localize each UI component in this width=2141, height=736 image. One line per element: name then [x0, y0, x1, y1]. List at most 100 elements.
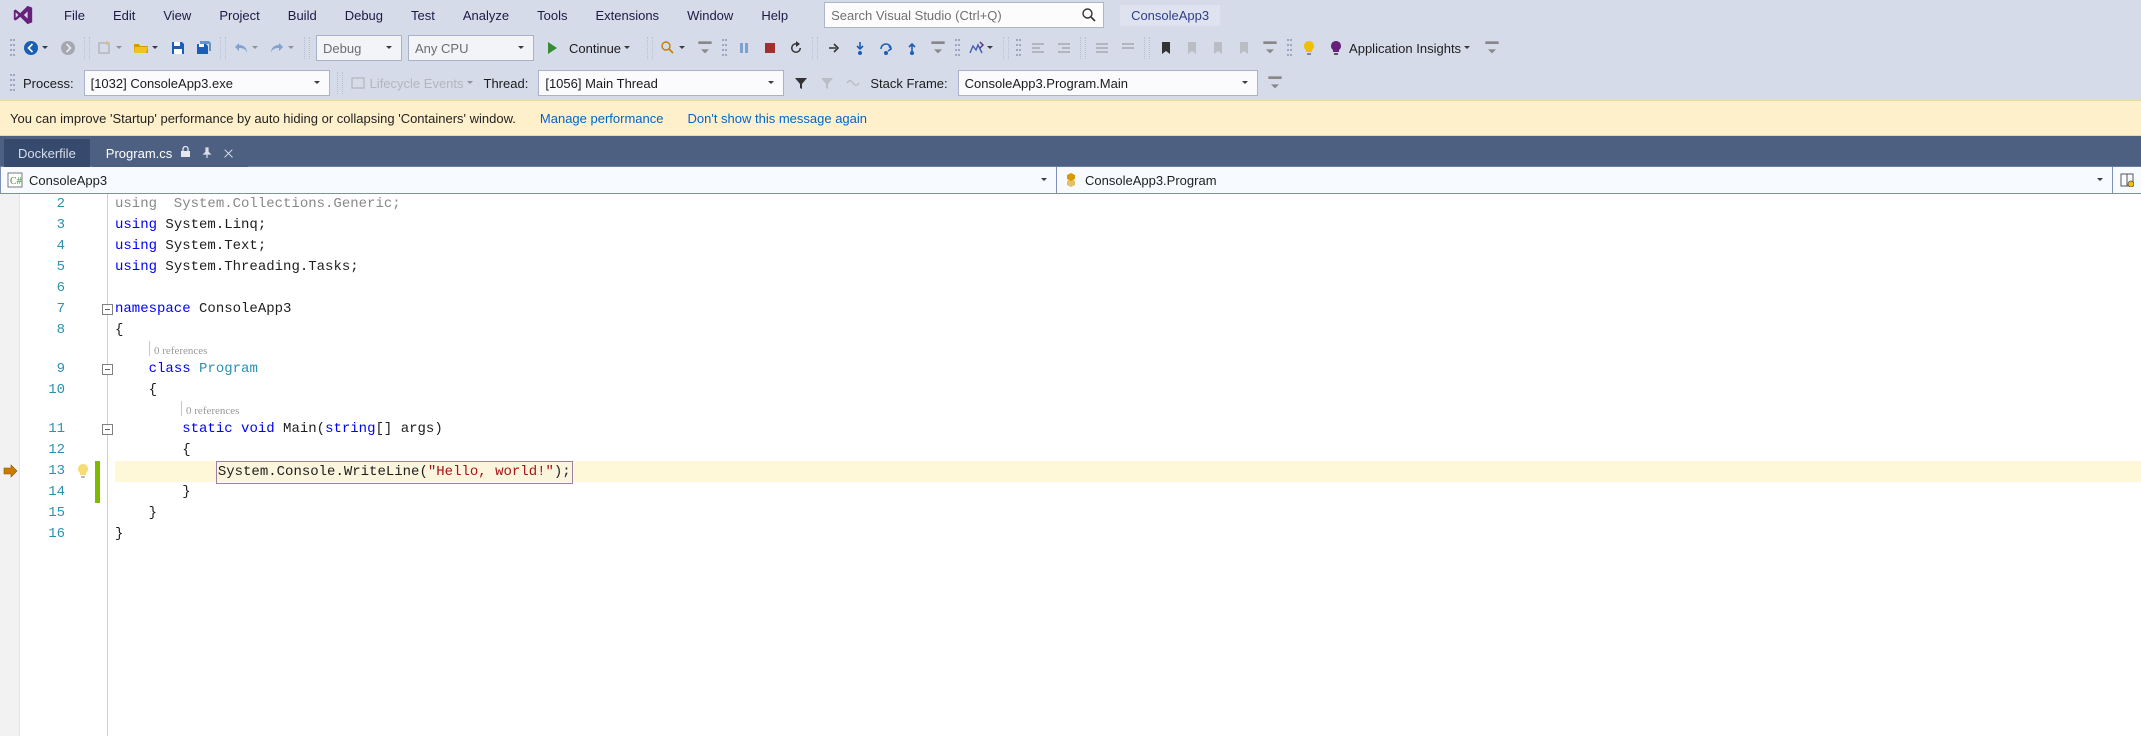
vs-logo-icon	[10, 2, 36, 28]
quick-launch-search[interactable]: Search Visual Studio (Ctrl+Q)	[824, 2, 1104, 28]
code-text-area[interactable]: using System.Collections.Generic;using S…	[115, 194, 2141, 736]
code-line[interactable]: using System.Text;	[115, 236, 2141, 257]
open-file-button[interactable]	[129, 35, 165, 61]
solution-config-combo[interactable]: Debug	[316, 35, 402, 61]
toolbar-overflow[interactable]	[925, 35, 951, 61]
stack-frame-label: Stack Frame:	[870, 76, 947, 91]
show-next-statement-button[interactable]	[821, 35, 847, 61]
menu-edit[interactable]: Edit	[99, 4, 149, 27]
menu-analyze[interactable]: Analyze	[449, 4, 523, 27]
menu-test[interactable]: Test	[397, 4, 449, 27]
line-number: 12	[20, 440, 65, 461]
save-all-button[interactable]	[191, 35, 217, 61]
toolbar-grip[interactable]	[1286, 37, 1293, 59]
toolbar-overflow[interactable]	[1257, 35, 1283, 61]
glyph-margin[interactable]	[0, 194, 20, 736]
menu-build[interactable]: Build	[274, 4, 331, 27]
toolbar-overflow[interactable]	[1262, 70, 1288, 96]
code-nav-bar: C# ConsoleApp3 ConsoleApp3.Program	[0, 166, 2141, 194]
lock-icon	[180, 146, 191, 161]
menu-window[interactable]: Window	[673, 4, 747, 27]
toolbar-grip[interactable]	[9, 37, 16, 59]
svg-text:C#: C#	[10, 176, 22, 187]
line-number: 8	[20, 320, 65, 341]
dismiss-notification-link[interactable]: Don't show this message again	[687, 111, 867, 126]
code-line[interactable]: using System.Collections.Generic;	[115, 194, 2141, 215]
code-line[interactable]: namespace ConsoleApp3	[115, 299, 2141, 320]
code-line[interactable]: System.Console.WriteLine("Hello, world!"…	[115, 461, 2141, 482]
process-label: Process:	[23, 76, 74, 91]
uncomment-button	[1115, 35, 1141, 61]
fold-toggle[interactable]	[102, 364, 113, 375]
menu-help[interactable]: Help	[747, 4, 802, 27]
toolbar-grip[interactable]	[954, 37, 961, 59]
lightbulb-button[interactable]	[1296, 35, 1322, 61]
step-out-button[interactable]	[899, 35, 925, 61]
code-line[interactable]: using System.Threading.Tasks;	[115, 257, 2141, 278]
code-line[interactable]	[115, 278, 2141, 299]
outlining-margin[interactable]	[101, 194, 115, 736]
code-line[interactable]: {	[115, 380, 2141, 401]
stop-button[interactable]	[757, 35, 783, 61]
filter-threads-button[interactable]	[788, 70, 814, 96]
nav-class-combo[interactable]: ConsoleApp3.Program	[1056, 167, 2113, 194]
toolbar-overflow[interactable]	[692, 35, 718, 61]
tab-program-cs[interactable]: Program.cs	[92, 139, 248, 167]
solution-platform-combo[interactable]: Any CPU	[408, 35, 534, 61]
fold-toggle[interactable]	[102, 304, 113, 315]
menu-extensions[interactable]: Extensions	[581, 4, 673, 27]
toolbar-grip[interactable]	[721, 37, 728, 59]
pin-icon[interactable]	[201, 147, 213, 159]
code-line[interactable]: using System.Linq;	[115, 215, 2141, 236]
menu-view[interactable]: View	[149, 4, 205, 27]
code-line[interactable]: }	[115, 482, 2141, 503]
line-number: 11	[20, 419, 65, 440]
close-tab-button[interactable]	[223, 148, 234, 159]
menu-file[interactable]: File	[50, 4, 99, 27]
nav-split-button[interactable]	[2112, 167, 2141, 194]
line-number: 6	[20, 278, 65, 299]
intellitrace-events-button[interactable]	[964, 35, 1000, 61]
tab-dockerfile[interactable]: Dockerfile	[4, 139, 90, 167]
search-icon	[1081, 7, 1097, 23]
find-in-files-button[interactable]	[656, 35, 692, 61]
toolbar-grip[interactable]	[1015, 37, 1022, 59]
line-number: 2	[20, 194, 65, 215]
text-editor-btn2	[1051, 35, 1077, 61]
toolbar-grip[interactable]	[9, 72, 16, 94]
app-insights-button[interactable]: Application Insights	[1322, 40, 1479, 56]
nav-back-button[interactable]	[19, 35, 55, 61]
csharp-project-icon: C#	[7, 172, 23, 188]
save-button[interactable]	[165, 35, 191, 61]
flag-thread-button	[814, 70, 840, 96]
fold-toggle[interactable]	[102, 424, 113, 435]
thread-combo[interactable]: [1056] Main Thread	[538, 70, 784, 96]
manage-performance-link[interactable]: Manage performance	[540, 111, 664, 126]
toolbar-overflow[interactable]	[1479, 35, 1505, 61]
continue-button[interactable]: Continue	[540, 35, 641, 61]
step-into-button[interactable]	[847, 35, 873, 61]
code-line[interactable]: {	[115, 320, 2141, 341]
document-tab-strip: Dockerfile Program.cs	[0, 136, 2141, 166]
codelens[interactable]: 0 references	[115, 341, 2141, 359]
code-line[interactable]: }	[115, 503, 2141, 524]
stack-frame-combo[interactable]: ConsoleApp3.Program.Main	[958, 70, 1258, 96]
lightbulb-icon[interactable]	[75, 463, 91, 479]
process-combo[interactable]: [1032] ConsoleApp3.exe	[84, 70, 330, 96]
notification-text: You can improve 'Startup' performance by…	[10, 111, 516, 126]
code-line[interactable]: {	[115, 440, 2141, 461]
bookmark-next-button	[1205, 35, 1231, 61]
menu-project[interactable]: Project	[205, 4, 273, 27]
menu-debug[interactable]: Debug	[331, 4, 397, 27]
code-line[interactable]: class Program	[115, 359, 2141, 380]
codelens[interactable]: 0 references	[115, 401, 2141, 419]
nav-forward-button	[55, 35, 81, 61]
step-over-button[interactable]	[873, 35, 899, 61]
bookmark-toggle-button[interactable]	[1153, 35, 1179, 61]
menu-tools[interactable]: Tools	[523, 4, 581, 27]
nav-project-combo[interactable]: C# ConsoleApp3	[0, 167, 1057, 194]
code-line[interactable]: }	[115, 524, 2141, 545]
restart-button[interactable]	[783, 35, 809, 61]
code-line[interactable]: static void Main(string[] args)	[115, 419, 2141, 440]
code-editor[interactable]: 2345678910111213141516 using System.Coll…	[0, 194, 2141, 736]
